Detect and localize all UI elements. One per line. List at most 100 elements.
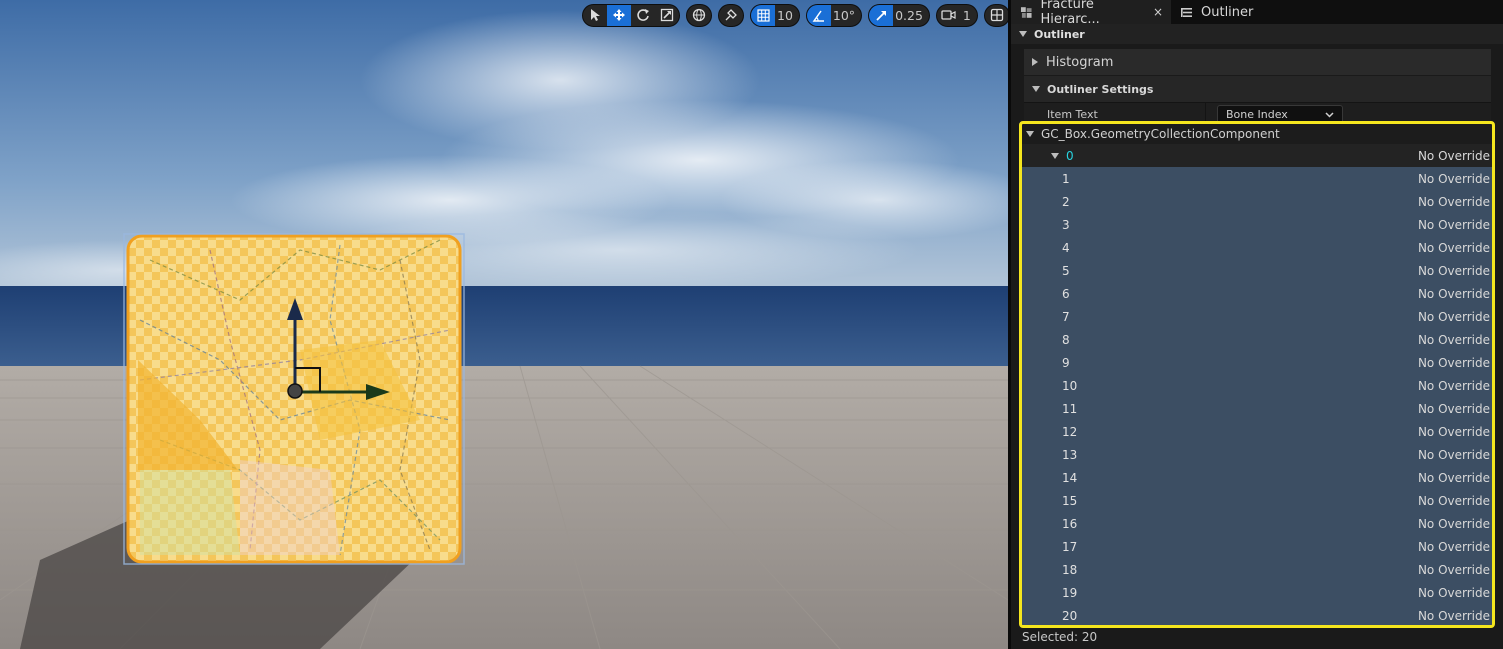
table-row[interactable]: 13 No Override [1022,443,1492,466]
close-icon[interactable]: × [1153,5,1163,19]
tree-root-row[interactable]: GC_Box.GeometryCollectionComponent [1022,124,1492,144]
tree-row-override: No Override [1417,585,1490,600]
rotation-snap-value[interactable]: 10° [831,8,861,23]
scale-snap-icon [875,10,886,21]
viewport-layout-button[interactable] [985,5,1008,26]
tree-row-index: 11 [1062,401,1078,416]
panel-tab-bar: Fracture Hierarc... × Outliner [1011,0,1503,27]
tree-root-label: GC_Box.GeometryCollectionComponent [1041,127,1280,141]
table-row[interactable]: 14 No Override [1022,466,1492,489]
tree-row-index: 5 [1062,263,1070,278]
viewport-toolbar: 10 10° 0.25 1 [582,3,1008,27]
tree-row-index: 10 [1062,378,1078,393]
table-row[interactable]: 19 No Override [1022,581,1492,604]
tree-row-index: 2 [1062,194,1070,209]
grid-snap-toggle[interactable] [751,4,775,26]
expand-caret-icon [1032,58,1038,66]
rotate-icon [637,9,649,21]
tree-row-override: No Override [1417,516,1490,531]
angle-icon [812,10,824,22]
collapse-caret-icon [1019,31,1027,37]
tree-row-index: 7 [1062,309,1070,324]
grid-snap-value[interactable]: 10 [775,8,799,23]
rotation-snap-toggle[interactable] [806,4,831,26]
tree-row-override: No Override [1417,539,1490,554]
camera-icon [941,10,957,20]
selection-status: Selected: 20 [1022,630,1098,644]
outliner-settings-header[interactable]: Outliner Settings [1024,76,1491,102]
tab-fracture-hierarchy-label: Fracture Hierarc... [1040,0,1100,27]
tab-fracture-hierarchy[interactable]: Fracture Hierarc... × [1011,0,1171,27]
fracture-hierarchy-icon [1020,6,1032,18]
table-row[interactable]: 8 No Override [1022,328,1492,351]
chevron-down-icon [1325,111,1334,118]
table-row[interactable]: 3 No Override [1022,213,1492,236]
level-viewport[interactable]: 10 10° 0.25 1 [0,0,1008,649]
tree-row-override: No Override [1417,194,1490,209]
table-row[interactable]: 10 No Override [1022,374,1492,397]
table-row[interactable]: 1 No Override [1022,167,1492,190]
table-row[interactable]: 18 No Override [1022,558,1492,581]
viewport-scene [0,0,1008,649]
table-row[interactable]: 20 No Override [1022,604,1492,625]
tree-row-override: No Override [1417,562,1490,577]
tree-row-index: 1 [1062,171,1070,186]
collapse-caret-icon[interactable] [1051,152,1059,159]
table-row[interactable]: 11 No Override [1022,397,1492,420]
table-row[interactable]: 2 No Override [1022,190,1492,213]
outliner-section-header[interactable]: Outliner [1011,24,1503,44]
tree-row-parent[interactable]: 0 No Override [1022,144,1492,167]
tree-row-override: No Override [1417,240,1490,255]
table-row[interactable]: 17 No Override [1022,535,1492,558]
camera-speed-button[interactable] [937,5,961,26]
tree-row-index: 0 [1022,149,1082,163]
world-space-button[interactable] [687,5,711,26]
tree-row-index: 17 [1062,539,1078,554]
table-row[interactable]: 15 No Override [1022,489,1492,512]
tree-row-override: No Override [1417,263,1490,278]
tree-row-index: 4 [1062,240,1070,255]
camera-speed-value[interactable]: 1 [961,8,977,23]
rotate-mode-button[interactable] [631,5,655,26]
table-row[interactable]: 5 No Override [1022,259,1492,282]
tree-row-override: No Override [1417,309,1490,324]
tree-row-index: 8 [1062,332,1070,347]
collapse-caret-icon [1032,86,1040,92]
tree-row-override: No Override [1417,401,1490,416]
table-row[interactable]: 4 No Override [1022,236,1492,259]
item-text-selected: Bone Index [1226,108,1288,121]
grid-snap-group: 10 [750,3,800,27]
tree-row-override: No Override [1417,378,1490,393]
cursor-arrow-icon [591,9,600,21]
collapse-caret-icon[interactable] [1026,131,1034,137]
scale-snap-toggle[interactable] [869,4,894,26]
tree-row-index: 14 [1062,470,1078,485]
tree-row-override: No Override [1417,447,1490,462]
table-row[interactable]: 6 No Override [1022,282,1492,305]
surface-snapping-button[interactable] [719,5,743,26]
translate-mode-button[interactable] [607,4,631,26]
table-row[interactable]: 7 No Override [1022,305,1492,328]
scale-snap-value[interactable]: 0.25 [893,8,929,23]
table-row[interactable]: 16 No Override [1022,512,1492,535]
tree-row-override: No Override [1417,424,1490,439]
parent-index-label: 0 [1066,148,1074,163]
select-mode-button[interactable] [583,5,607,26]
bone-tree-list[interactable]: GC_Box.GeometryCollectionComponent 0 No … [1019,121,1495,628]
tree-row-index: 3 [1062,217,1070,232]
move-arrows-icon [613,9,625,21]
layout-grid-icon [990,8,1004,22]
tree-row-override: No Override [1417,332,1490,347]
tree-row-override: No Override [1417,148,1490,163]
table-row[interactable]: 9 No Override [1022,351,1492,374]
transform-mode-group [582,3,680,27]
histogram-label: Histogram [1046,54,1114,70]
histogram-header[interactable]: Histogram [1024,49,1491,75]
scale-mode-button[interactable] [655,5,679,26]
table-row[interactable]: 12 No Override [1022,420,1492,443]
tree-row-override: No Override [1417,355,1490,370]
scale-icon [660,8,674,22]
grid-icon [756,8,770,22]
tab-outliner[interactable]: Outliner [1171,0,1261,24]
tree-row-index: 9 [1062,355,1070,370]
